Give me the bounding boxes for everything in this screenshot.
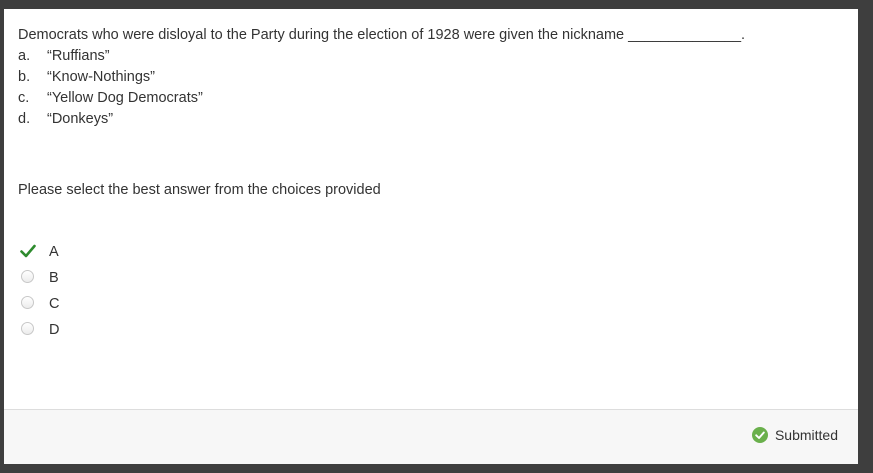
radio-button[interactable] bbox=[21, 269, 34, 283]
answer-choice-a[interactable]: A bbox=[20, 239, 59, 265]
answer-label: A bbox=[49, 244, 59, 260]
radio-button[interactable] bbox=[21, 295, 34, 309]
answer-choices: A B C D bbox=[20, 239, 59, 343]
submission-status: Submitted bbox=[751, 427, 838, 443]
checkmark-icon bbox=[20, 244, 36, 258]
answer-choice-b[interactable]: B bbox=[20, 265, 59, 291]
footer-bar: Submitted bbox=[4, 409, 858, 464]
check-circle-icon bbox=[751, 427, 768, 443]
radio-button[interactable] bbox=[21, 321, 34, 335]
instruction-text: Please select the best answer from the c… bbox=[18, 182, 381, 198]
option-text: “Know-Nothings” bbox=[47, 69, 155, 85]
question-text: Democrats who were disloyal to the Party… bbox=[18, 27, 746, 43]
option-letter: c. bbox=[18, 90, 30, 106]
answer-choice-c[interactable]: C bbox=[20, 291, 59, 317]
option-c: c. “Yellow Dog Democrats” bbox=[18, 88, 745, 109]
option-text: “Ruffians” bbox=[47, 48, 110, 64]
option-text: “Donkeys” bbox=[47, 111, 114, 127]
question-block: Democrats who were disloyal to the Party… bbox=[18, 25, 745, 130]
answer-label: C bbox=[49, 296, 60, 312]
option-b: b. “Know-Nothings” bbox=[18, 67, 745, 88]
answer-label: D bbox=[49, 322, 60, 338]
option-a: a. “Ruffians” bbox=[18, 46, 745, 67]
option-letter: d. bbox=[18, 111, 31, 127]
option-letter: b. bbox=[18, 69, 31, 85]
question-card: Democrats who were disloyal to the Party… bbox=[4, 9, 858, 464]
option-text: “Yellow Dog Democrats” bbox=[47, 90, 203, 106]
answer-choice-d[interactable]: D bbox=[20, 317, 59, 343]
status-text: Submitted bbox=[774, 427, 838, 443]
answer-label: B bbox=[49, 270, 59, 286]
option-d: d. “Donkeys” bbox=[18, 109, 745, 130]
option-letter: a. bbox=[18, 48, 31, 64]
